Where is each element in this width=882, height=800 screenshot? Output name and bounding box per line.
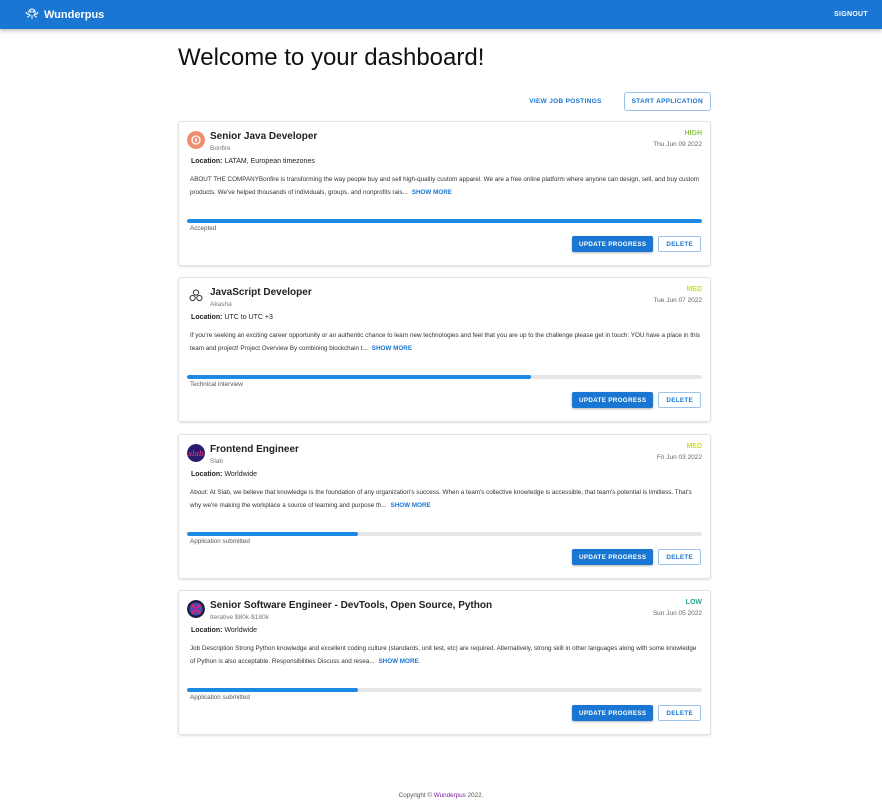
priority-badge: MED <box>686 443 702 450</box>
card-actions: UPDATE PROGRESS DELETE <box>571 549 701 565</box>
description-text: About: At Slab, we believe that knowledg… <box>190 489 692 509</box>
progress-bar <box>187 375 702 379</box>
delete-button[interactable]: DELETE <box>658 705 701 721</box>
job-title[interactable]: Senior Software Engineer - DevTools, Ope… <box>210 600 492 611</box>
status-label: Accepted <box>190 225 217 232</box>
location-label: Location: <box>191 158 223 165</box>
delete-button[interactable]: DELETE <box>658 392 701 408</box>
progress-fill <box>187 375 531 379</box>
update-progress-button[interactable]: UPDATE PROGRESS <box>571 392 654 408</box>
company-name: Akasha <box>210 301 232 308</box>
progress-bar <box>187 532 702 536</box>
footer-suffix: 2022. <box>465 792 484 799</box>
update-progress-button[interactable]: UPDATE PROGRESS <box>571 705 654 721</box>
job-card: Senior Java Developer Bonfire HIGH Thu J… <box>178 121 711 266</box>
progress-bar <box>187 219 702 223</box>
iterative-logo-icon <box>187 600 205 618</box>
signout-button[interactable]: SIGNOUT <box>828 7 874 22</box>
app-bar: Wunderpus SIGNOUT <box>0 0 882 29</box>
slab-logo-icon: slab <box>187 444 205 462</box>
location-row: Location: Worldwide <box>191 471 257 478</box>
octopus-logo-icon <box>24 5 40 24</box>
location-row: Location: Worldwide <box>191 627 257 634</box>
application-date: Sun Jun 05 2022 <box>652 610 702 617</box>
status-label: Application submitted <box>190 538 250 545</box>
progress-fill <box>187 688 359 692</box>
application-date: Tue Jun 07 2022 <box>653 297 702 304</box>
footer-prefix: Copyright © <box>398 792 434 799</box>
location-value: Worldwide <box>224 471 258 478</box>
location-value: Worldwide <box>224 627 258 634</box>
footer: Copyright © Wunderpus 2022. <box>0 792 882 799</box>
show-more-button[interactable]: SHOW MORE <box>378 658 418 665</box>
job-title[interactable]: Frontend Engineer <box>210 444 299 455</box>
card-actions: UPDATE PROGRESS DELETE <box>571 236 701 252</box>
location-row: Location: UTC to UTC +3 <box>191 314 273 321</box>
update-progress-button[interactable]: UPDATE PROGRESS <box>571 549 654 565</box>
view-job-postings-button[interactable]: VIEW JOB POSTINGS <box>517 93 613 110</box>
application-date: Fri Jun 03 2022 <box>656 454 702 461</box>
brand-name: Wunderpus <box>44 8 105 21</box>
svg-text:slab: slab <box>188 449 204 458</box>
location-label: Location: <box>191 314 223 321</box>
location-value: UTC to UTC +3 <box>224 314 273 321</box>
delete-button[interactable]: DELETE <box>658 236 701 252</box>
show-more-button[interactable]: SHOW MORE <box>412 189 452 196</box>
progress-bar <box>187 688 702 692</box>
application-date: Thu Jun 09 2022 <box>653 141 702 148</box>
update-progress-button[interactable]: UPDATE PROGRESS <box>571 236 654 252</box>
priority-badge: LOW <box>685 599 702 606</box>
progress-fill <box>187 532 359 536</box>
job-description: Job Description Strong Python knowledge … <box>190 643 702 668</box>
start-application-button[interactable]: START APPLICATION <box>623 92 711 111</box>
description-text: Job Description Strong Python knowledge … <box>190 645 697 665</box>
status-label: Application submitted <box>190 694 250 701</box>
job-description: If you're seeking an exciting career opp… <box>190 330 702 355</box>
progress-fill <box>187 219 702 223</box>
job-description: About: At Slab, we believe that knowledg… <box>190 487 702 512</box>
job-card: slab Frontend Engineer Slab MED Fri Jun … <box>178 434 711 579</box>
job-description: ABOUT THE COMPANYBonfire is transforming… <box>190 174 702 199</box>
akasha-logo-icon <box>187 287 205 305</box>
location-row: Location: LATAM, European timezones <box>191 158 315 165</box>
delete-button[interactable]: DELETE <box>658 549 701 565</box>
location-value: LATAM, European timezones <box>224 158 315 165</box>
location-label: Location: <box>191 627 223 634</box>
dashboard-actions: VIEW JOB POSTINGS START APPLICATION <box>517 92 711 111</box>
priority-badge: MED <box>686 286 702 293</box>
job-title[interactable]: JavaScript Developer <box>210 287 312 298</box>
show-more-button[interactable]: SHOW MORE <box>372 345 412 352</box>
job-card: JavaScript Developer Akasha MED Tue Jun … <box>178 277 711 422</box>
footer-brand-link[interactable]: Wunderpus <box>434 792 466 799</box>
bonfire-logo-icon <box>187 131 205 149</box>
company-name: Iterative $80k-$180k <box>210 614 269 621</box>
priority-badge: HIGH <box>684 130 703 137</box>
page-title: Welcome to your dashboard! <box>178 44 485 71</box>
status-label: Technical interview <box>190 381 243 388</box>
location-label: Location: <box>191 471 223 478</box>
show-more-button[interactable]: SHOW MORE <box>391 502 431 509</box>
card-actions: UPDATE PROGRESS DELETE <box>571 705 701 721</box>
description-text: If you're seeking an exciting career opp… <box>190 332 701 352</box>
company-name: Bonfire <box>210 145 231 152</box>
brand[interactable]: Wunderpus <box>24 5 104 24</box>
card-actions: UPDATE PROGRESS DELETE <box>571 392 701 408</box>
company-name: Slab <box>210 458 224 465</box>
job-title[interactable]: Senior Java Developer <box>210 131 317 142</box>
job-card: Senior Software Engineer - DevTools, Ope… <box>178 590 711 735</box>
